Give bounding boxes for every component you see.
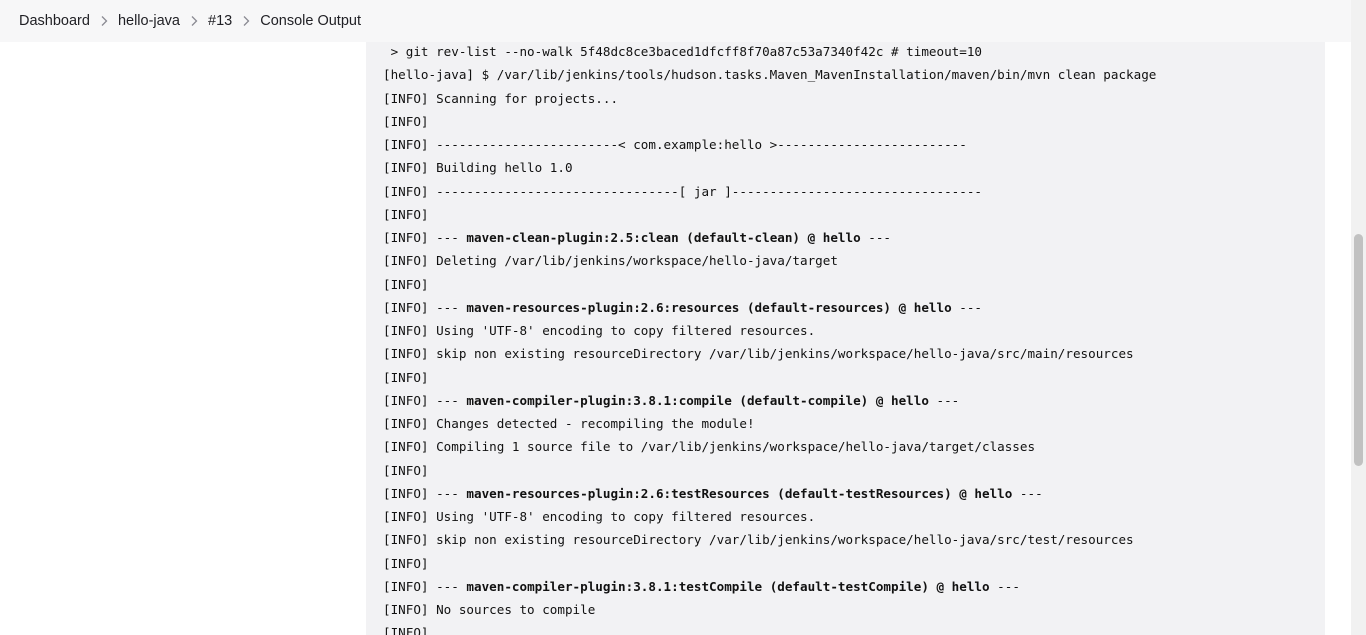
chevron-right-icon (232, 15, 260, 27)
console-line-plugin: maven-resources-plugin:2.6:resources (de… (466, 299, 952, 315)
console-line: [INFO] --- maven-resources-plugin:2.6:re… (383, 296, 1156, 319)
console-line: [INFO] Scanning for projects... (383, 90, 619, 106)
console-line-suffix: --- (951, 299, 983, 315)
console-line: [INFO] --- maven-resources-plugin:2.6:te… (383, 482, 1156, 505)
console-line: [INFO] Building hello 1.0 (383, 160, 573, 176)
console-line: [INFO] --- maven-compiler-plugin:3.8.1:c… (383, 389, 1156, 412)
console-line-prefix: [INFO] --- (383, 392, 467, 408)
scrollbar-thumb[interactable] (1354, 234, 1363, 466)
console-line: > git rev-list --no-walk 5f48dc8ce3baced… (383, 44, 982, 59)
console-line-plugin: maven-clean-plugin:2.5:clean (default-cl… (466, 230, 861, 245)
page-scrollbar[interactable] (1351, 0, 1366, 635)
console-line: [INFO] Compiling 1 source file to /var/l… (383, 439, 1036, 455)
console-line: [INFO] (383, 462, 429, 478)
breadcrumb-dashboard[interactable]: Dashboard (19, 13, 90, 29)
console-line: [INFO] No sources to compile (383, 602, 596, 617)
console-line: [INFO] Using 'UTF-8' encoding to copy fi… (383, 323, 816, 338)
console-line: [INFO] (383, 206, 429, 222)
console-line-prefix: [INFO] --- (383, 485, 467, 501)
console-line: [INFO] --- maven-clean-plugin:2.5:clean … (383, 226, 1156, 249)
console-line: [INFO] (383, 555, 429, 571)
console-output-panel: > git rev-list --no-walk 5f48dc8ce3baced… (366, 42, 1325, 635)
breadcrumb-job[interactable]: hello-java (118, 13, 180, 29)
breadcrumb: Dashboard hello-java #13 Console Output (0, 0, 1351, 42)
console-line: [INFO] (383, 113, 429, 129)
console-line-suffix: --- (860, 230, 892, 245)
console-line: [INFO] (383, 369, 429, 385)
console-line: [INFO] skip non existing resourceDirecto… (383, 532, 1134, 548)
console-line: [INFO] Deleting /var/lib/jenkins/workspa… (383, 253, 838, 269)
console-line-prefix: [INFO] --- (383, 578, 467, 594)
console-line: [INFO] --- maven-compiler-plugin:3.8.1:t… (383, 575, 1156, 598)
breadcrumb-build[interactable]: #13 (208, 13, 232, 29)
console-log: > git rev-list --no-walk 5f48dc8ce3baced… (383, 42, 1156, 635)
console-line-plugin: maven-compiler-plugin:3.8.1:compile (def… (466, 392, 929, 408)
console-line: [INFO] --------------------------------[… (383, 183, 982, 199)
console-line: [INFO] (383, 625, 429, 635)
console-line: [INFO] skip non existing resourceDirecto… (383, 346, 1134, 362)
breadcrumb-console-output[interactable]: Console Output (260, 13, 361, 29)
console-line: [INFO] (383, 276, 429, 292)
chevron-right-icon (180, 15, 208, 27)
console-line-plugin: maven-resources-plugin:2.6:testResources… (466, 485, 1013, 501)
chevron-right-icon (90, 15, 118, 27)
console-line-prefix: [INFO] --- (383, 230, 467, 245)
console-line: [hello-java] $ /var/lib/jenkins/tools/hu… (383, 67, 1157, 83)
console-line: [INFO] Changes detected - recompiling th… (383, 416, 755, 431)
console-line-suffix: --- (928, 392, 960, 408)
console-line: [INFO] Using 'UTF-8' encoding to copy fi… (383, 509, 816, 524)
console-line-prefix: [INFO] --- (383, 299, 467, 315)
console-line-suffix: --- (1012, 485, 1043, 501)
console-line-suffix: --- (989, 578, 1020, 594)
console-line-plugin: maven-compiler-plugin:3.8.1:testCompile … (466, 578, 990, 594)
console-line: [INFO] ------------------------< com.exa… (383, 137, 967, 152)
